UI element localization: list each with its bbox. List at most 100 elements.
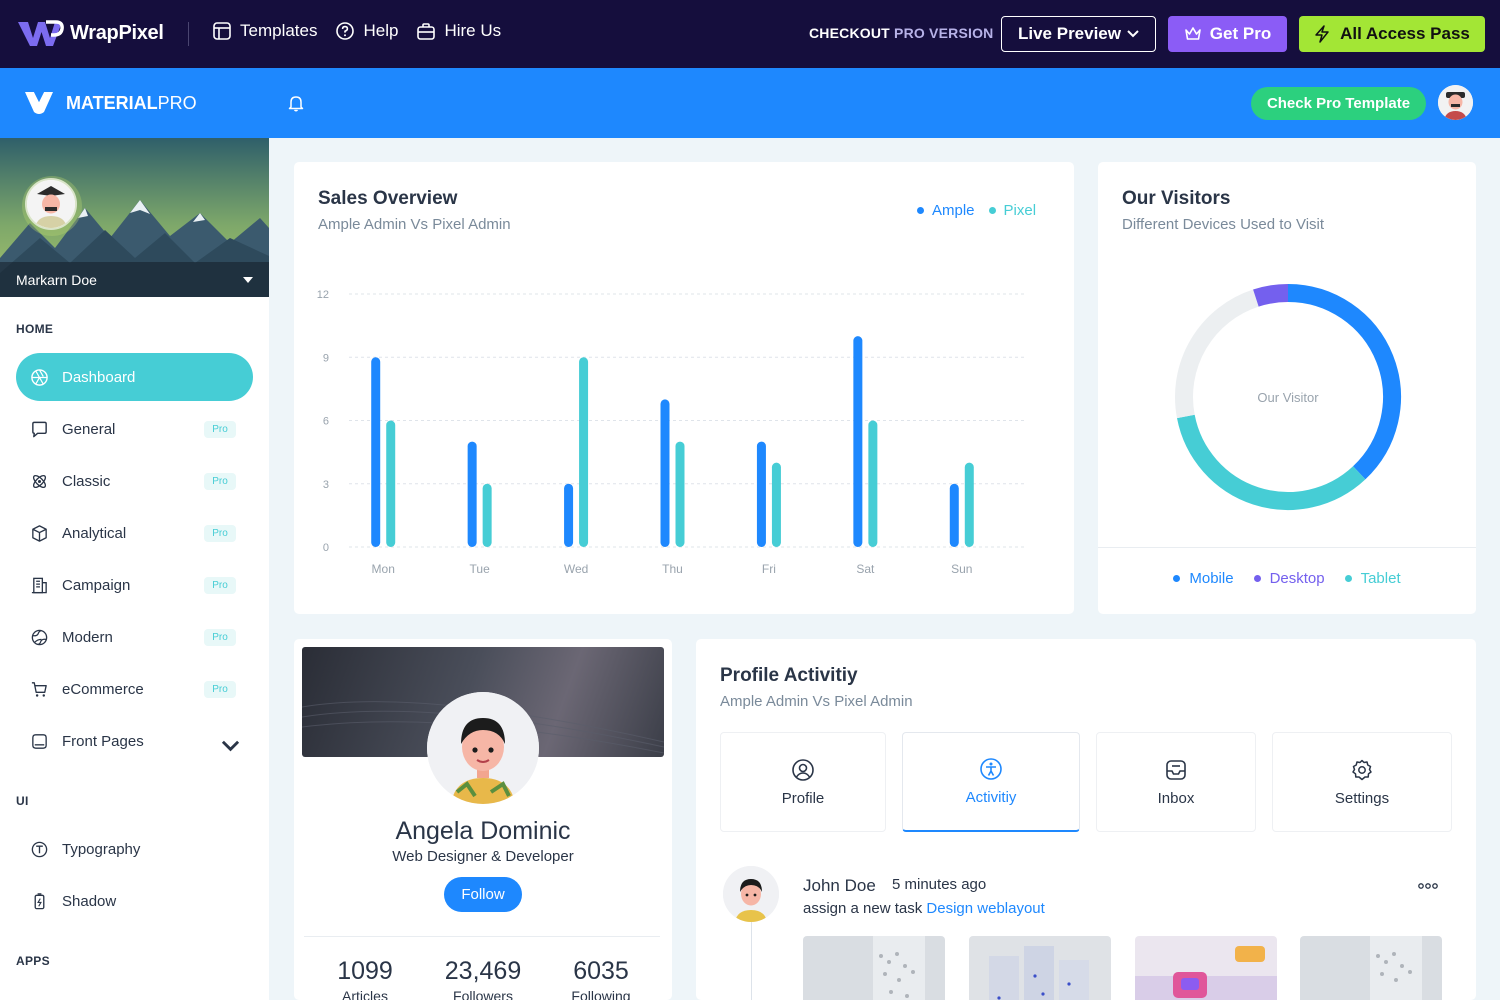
box-icon	[32, 524, 47, 542]
get-pro-label: Get Pro	[1209, 24, 1272, 43]
stat-value: 6035	[573, 957, 629, 985]
bolt-icon	[1315, 25, 1329, 43]
sidebar-item-campaign[interactable]: Campaign Pro	[16, 561, 253, 609]
sidebar-item-label: Modern	[62, 628, 113, 646]
building-icon	[31, 577, 47, 593]
divider	[304, 936, 660, 937]
x-tick-label: Mon	[372, 562, 395, 576]
visitors-donut-chart: Our Visitor	[1175, 284, 1401, 510]
bar-ample-wed	[564, 483, 574, 547]
promo-bar: WrapPixel Templates Help Hire Us CHECKOU…	[0, 0, 1500, 68]
activity-image-thumb[interactable]	[1300, 936, 1442, 1000]
more-horizontal-icon[interactable]	[1418, 882, 1438, 890]
get-pro-button[interactable]: Get Pro	[1168, 16, 1287, 52]
activity-image-thumb[interactable]	[1135, 936, 1277, 1000]
globe-icon	[31, 629, 48, 645]
y-tick-label: 6	[323, 416, 329, 428]
activity-image-thumb[interactable]	[803, 936, 945, 1000]
sidebar-item-label: Dashboard	[62, 368, 136, 386]
activity-time: 5 minutes ago	[892, 876, 987, 893]
sidebar-item-general[interactable]: General Pro	[16, 405, 253, 453]
bar-pixel-wed	[579, 357, 589, 547]
header-user-avatar[interactable]	[1438, 85, 1473, 120]
legend-item-tablet: Tablet	[1344, 570, 1401, 587]
follow-button[interactable]: Follow	[444, 877, 522, 912]
sidebar-user-avatar[interactable]	[25, 178, 77, 230]
chevron-down-icon	[1127, 30, 1139, 38]
sidebar-item-front-pages[interactable]: Front Pages	[16, 717, 253, 765]
promo-divider	[188, 22, 189, 46]
legend-dot	[1344, 575, 1352, 582]
y-tick-label: 3	[323, 479, 329, 491]
sidebar-item-shadow[interactable]: Shadow	[16, 877, 253, 925]
divider	[1098, 547, 1476, 548]
sidebar-item-ecommerce[interactable]: eCommerce Pro	[16, 665, 253, 713]
tab-activity[interactable]: Activitiy	[902, 732, 1080, 832]
layout-icon	[213, 22, 231, 40]
tab-settings[interactable]: Settings	[1272, 732, 1452, 832]
check-pro-template-button[interactable]: Check Pro Template	[1251, 87, 1426, 120]
help-circle-icon	[336, 22, 355, 40]
wrappixel-logo[interactable]: WrapPixel	[16, 18, 164, 48]
sidebar-item-label: Classic	[62, 472, 111, 490]
profile-avatar[interactable]	[427, 692, 539, 804]
donut-slice-tablet	[1177, 414, 1366, 510]
sidebar-item-label: eCommerce	[62, 680, 144, 698]
profile-role: Web Designer & Developer	[392, 848, 574, 865]
sidebar-profile-banner: Markarn Doe	[0, 138, 269, 297]
donut-slice-desktop	[1253, 284, 1289, 307]
materialpro-brand-text: MATERIALPRO	[66, 93, 197, 114]
legend-item-desktop: Desktop	[1253, 570, 1325, 587]
sidebar-item-dashboard[interactable]: Dashboard	[16, 353, 253, 401]
promo-nav-templates[interactable]: Templates	[212, 21, 317, 41]
sidebar-user-menu[interactable]: Markarn Doe	[0, 262, 269, 297]
bar-pixel-sat	[868, 420, 878, 547]
sidebar-user-name: Markarn Doe	[16, 271, 97, 288]
pro-badge: Pro	[204, 473, 236, 490]
inbox-icon	[1166, 759, 1186, 780]
donut-center-label: Our Visitor	[1257, 390, 1319, 405]
sidebar-item-label: Shadow	[62, 892, 117, 910]
y-tick-label: 0	[323, 542, 329, 554]
stat-label: Articles	[342, 988, 388, 1000]
activity-user-name[interactable]: John Doe	[803, 876, 876, 896]
x-tick-label: Thu	[662, 562, 683, 576]
promo-nav-help[interactable]: Help	[335, 21, 398, 41]
activity-image-thumb[interactable]	[969, 936, 1111, 1000]
sidebar: Markarn Doe HOME Dashboard General Pro C…	[0, 138, 269, 1000]
checkout-pro-link[interactable]: CHECKOUT PRO VERSION	[809, 25, 993, 41]
sidebar-item-analytical[interactable]: Analytical Pro	[16, 509, 253, 557]
stat-followers: 23,469 Followers	[428, 957, 538, 1000]
visitors-card: Our Visitors Different Devices Used to V…	[1098, 162, 1476, 614]
y-tick-label: 9	[323, 352, 329, 364]
activity-task-link[interactable]: Design weblayout	[926, 900, 1044, 917]
stat-value: 23,469	[444, 957, 522, 985]
donut-slice-other	[1175, 289, 1259, 419]
bell-icon[interactable]	[286, 93, 306, 113]
tab-label: Activitiy	[965, 789, 1017, 806]
all-access-pass-button[interactable]: All Access Pass	[1299, 16, 1485, 52]
promo-nav: Templates Help Hire Us	[212, 21, 501, 41]
message-square-icon	[32, 421, 47, 437]
activity-user-avatar[interactable]	[723, 866, 779, 922]
sidebar-section-home: HOME	[16, 322, 54, 336]
promo-nav-hire-us[interactable]: Hire Us	[416, 21, 501, 41]
promo-nav-label: Hire Us	[444, 21, 502, 40]
checkout-pro-version: PRO VERSION	[894, 25, 994, 41]
sidebar-item-modern[interactable]: Modern Pro	[16, 613, 253, 661]
sidebar-item-classic[interactable]: Classic Pro	[16, 457, 253, 505]
sidebar-item-label: Typography	[62, 840, 141, 858]
user-avatar-icon	[723, 866, 779, 922]
app-window-icon	[32, 733, 47, 749]
bar-ample-tue	[467, 441, 477, 547]
briefcase-icon	[417, 23, 436, 40]
tab-inbox[interactable]: Inbox	[1096, 732, 1256, 832]
caret-down-icon	[243, 276, 253, 283]
sidebar-item-typography[interactable]: Typography	[16, 825, 253, 873]
live-preview-button[interactable]: Live Preview	[1001, 16, 1156, 52]
atom-icon	[32, 474, 47, 488]
tab-profile[interactable]: Profile	[720, 732, 886, 832]
bar-pixel-thu	[675, 441, 685, 547]
legend-dot	[1173, 575, 1181, 582]
materialpro-logo[interactable]: MATERIALPRO	[24, 90, 197, 116]
